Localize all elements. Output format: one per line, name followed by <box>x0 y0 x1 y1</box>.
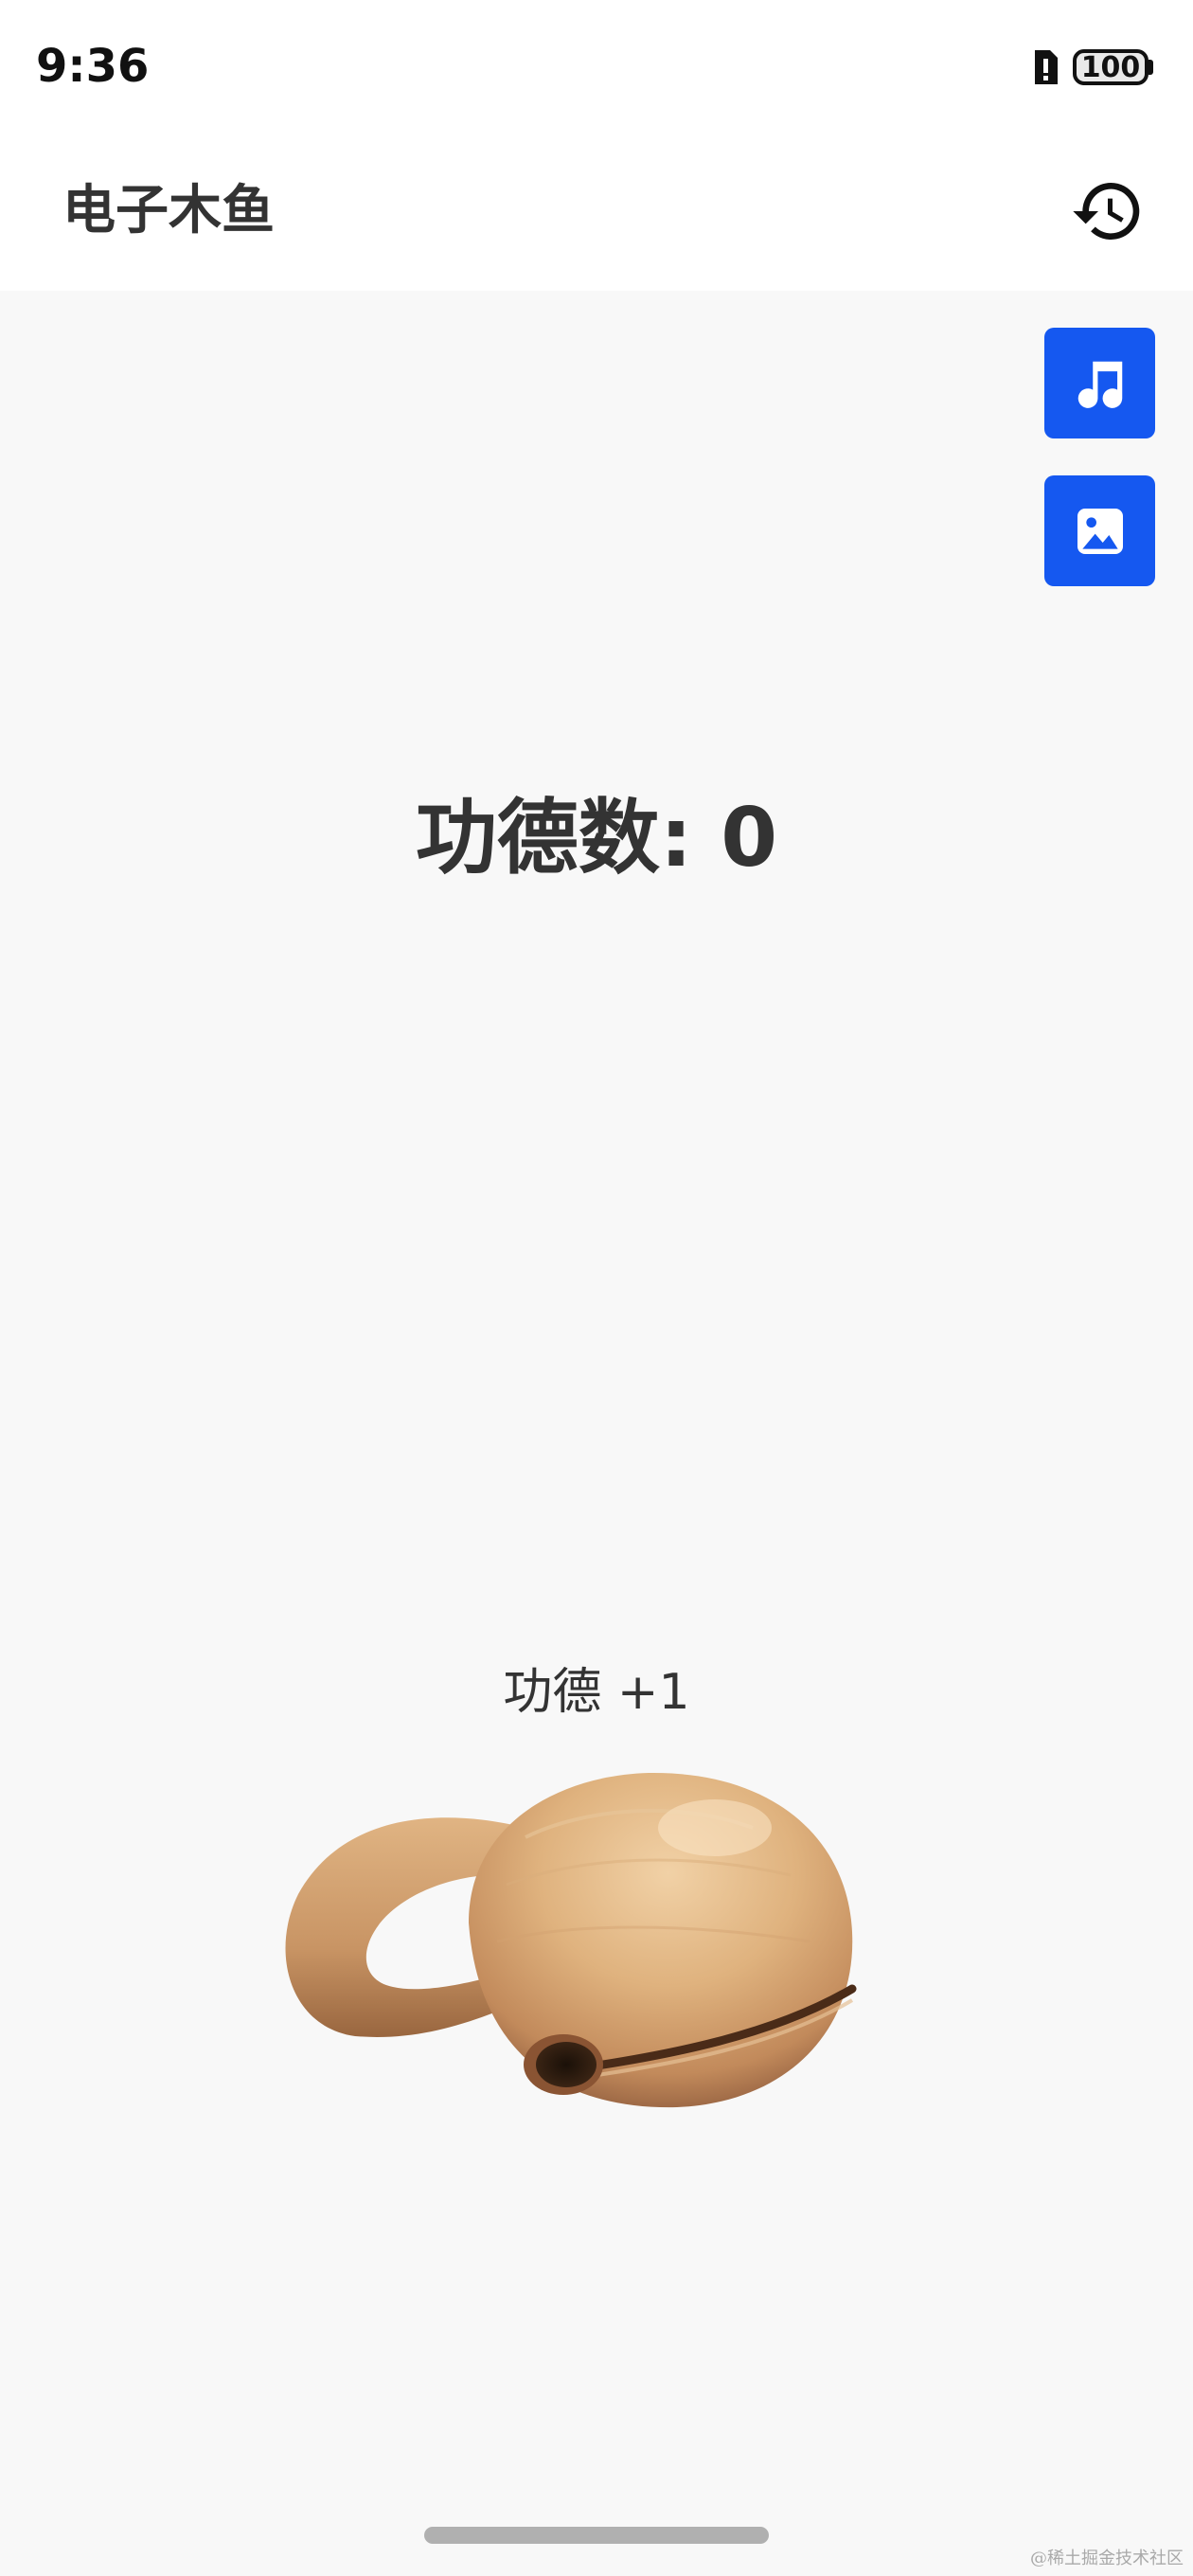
image-button[interactable] <box>1044 475 1155 586</box>
app-bar: 电子木鱼 <box>0 137 1193 291</box>
merit-plus-text: 功德 +1 <box>503 1664 690 1721</box>
battery-level: 100 <box>1073 49 1148 85</box>
music-button[interactable] <box>1044 328 1155 438</box>
status-icons: 100 <box>1031 45 1153 89</box>
alert-sim-icon <box>1035 50 1058 84</box>
image-icon <box>1077 508 1123 554</box>
battery-icon: 100 <box>1073 49 1153 85</box>
home-indicator[interactable] <box>424 2527 769 2544</box>
status-bar: 9:36 100 <box>0 0 1193 137</box>
status-time: 9:36 <box>36 40 150 93</box>
watermark: @稀土掘金技术社区 <box>1030 2549 1184 2568</box>
wooden-fish-image[interactable] <box>279 1752 904 2131</box>
history-button[interactable] <box>1062 166 1153 257</box>
merit-counter: 功德数: 0 <box>415 791 778 886</box>
app-title: 电子木鱼 <box>62 180 275 242</box>
history-icon <box>1073 183 1140 240</box>
battery-tip <box>1148 60 1153 75</box>
music-note-icon <box>1077 361 1122 408</box>
